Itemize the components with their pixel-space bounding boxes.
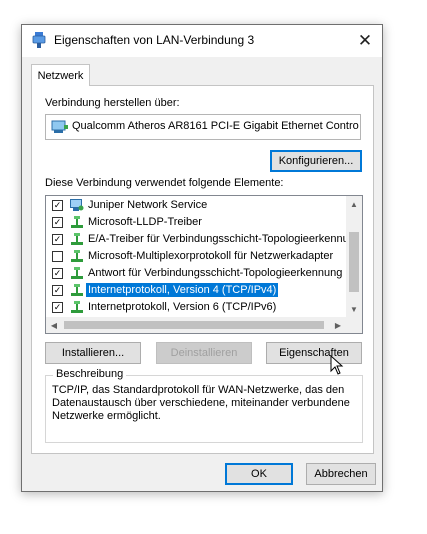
item-label: E/A-Treiber für Verbindungsschicht-Topol… — [88, 233, 353, 245]
cancel-button[interactable]: Abbrechen — [306, 463, 376, 485]
item-checkbox[interactable]: ✓ — [52, 302, 63, 313]
mouse-cursor-icon — [330, 355, 344, 375]
checkmark-icon: ✓ — [53, 285, 62, 295]
scroll-corner — [346, 317, 362, 333]
list-item[interactable]: ✓ Microsoft-LLDP-Treiber — [46, 214, 346, 231]
item-label: Microsoft-LLDP-Treiber — [88, 216, 202, 228]
checkmark-icon: ✓ — [53, 268, 62, 278]
checkmark-icon: ✓ — [53, 200, 62, 210]
horizontal-scrollbar[interactable]: ◀ ▶ — [46, 317, 346, 333]
item-checkbox[interactable]: ✓ — [52, 234, 63, 245]
protocol-icon — [71, 233, 83, 245]
protocol-icon — [71, 250, 83, 262]
checkmark-icon: ✓ — [53, 234, 62, 244]
item-checkbox[interactable]: ✓ — [52, 268, 63, 279]
checkmark-icon: ✓ — [53, 217, 62, 227]
item-label: Microsoft-Multiplexorprotokoll für Netzw… — [88, 250, 334, 262]
install-button[interactable]: Installieren... — [45, 342, 141, 364]
configure-button[interactable]: Konfigurieren... — [270, 150, 362, 172]
scroll-down-icon[interactable]: ▼ — [346, 301, 362, 317]
protocol-icon — [71, 267, 83, 279]
scroll-right-icon[interactable]: ▶ — [330, 317, 346, 333]
vertical-scrollbar[interactable]: ▲ ▼ — [346, 196, 362, 317]
title-bar[interactable]: Eigenschaften von LAN-Verbindung 3 ✕ — [22, 25, 382, 57]
item-label: Antwort für Verbindungsschicht-Topologie… — [88, 267, 343, 279]
components-list[interactable]: ✓ Juniper Network Service ✓ Microsoft-LL… — [45, 195, 363, 334]
scroll-up-icon[interactable]: ▲ — [346, 196, 362, 212]
tab-panel-netzwerk: Verbindung herstellen über: Qualcomm Ath… — [31, 85, 374, 454]
horizontal-scroll-thumb[interactable] — [64, 321, 324, 329]
description-text: TCP/IP, das Standardprotokoll für WAN-Ne… — [52, 384, 350, 422]
list-item[interactable]: ✓ Juniper Network Service — [46, 197, 346, 214]
properties-dialog: Eigenschaften von LAN-Verbindung 3 ✕ Net… — [21, 24, 383, 492]
network-service-icon — [70, 199, 84, 211]
adapter-field: Qualcomm Atheros AR8161 PCI-E Gigabit Et… — [45, 114, 361, 140]
network-connection-icon — [32, 32, 46, 48]
window-title: Eigenschaften von LAN-Verbindung 3 — [54, 33, 255, 47]
item-label: Internetprotokoll, Version 4 (TCP/IPv4) — [86, 283, 279, 297]
item-checkbox[interactable]: ✓ — [52, 285, 63, 296]
description-label: Beschreibung — [53, 368, 127, 380]
close-icon: ✕ — [357, 31, 373, 50]
protocol-icon — [71, 301, 83, 313]
item-checkbox[interactable]: ✓ — [52, 217, 63, 228]
list-item[interactable]: Microsoft-Multiplexorprotokoll für Netzw… — [46, 248, 346, 265]
item-checkbox[interactable]: ✓ — [52, 200, 63, 211]
close-button[interactable]: ✕ — [348, 25, 382, 57]
protocol-icon — [71, 216, 83, 228]
item-label: Internetprotokoll, Version 6 (TCP/IPv6) — [88, 301, 277, 313]
item-label: Juniper Network Service — [88, 199, 208, 211]
list-item[interactable]: ✓ Internetprotokoll, Version 6 (TCP/IPv6… — [46, 299, 346, 316]
vertical-scroll-thumb[interactable] — [349, 232, 359, 292]
connect-via-label: Verbindung herstellen über: — [45, 97, 180, 109]
items-label: Diese Verbindung verwendet folgende Elem… — [45, 177, 284, 189]
tab-label: Netzwerk — [37, 69, 84, 82]
network-adapter-icon — [51, 120, 68, 133]
list-item-selected[interactable]: ✓ Internetprotokoll, Version 4 (TCP/IPv4… — [46, 282, 346, 299]
ok-button[interactable]: OK — [225, 463, 293, 485]
protocol-icon — [71, 284, 83, 296]
properties-button[interactable]: Eigenschaften — [266, 342, 362, 364]
item-checkbox[interactable] — [52, 251, 63, 262]
uninstall-button[interactable]: Deinstallieren — [156, 342, 252, 364]
scroll-left-icon[interactable]: ◀ — [46, 317, 62, 333]
checkmark-icon: ✓ — [53, 302, 62, 312]
list-item[interactable]: ✓ Antwort für Verbindungsschicht-Topolog… — [46, 265, 346, 282]
tab-netzwerk[interactable]: Netzwerk — [31, 64, 90, 86]
adapter-name: Qualcomm Atheros AR8161 PCI-E Gigabit Et… — [72, 120, 359, 132]
list-item[interactable]: ✓ E/A-Treiber für Verbindungsschicht-Top… — [46, 231, 352, 248]
